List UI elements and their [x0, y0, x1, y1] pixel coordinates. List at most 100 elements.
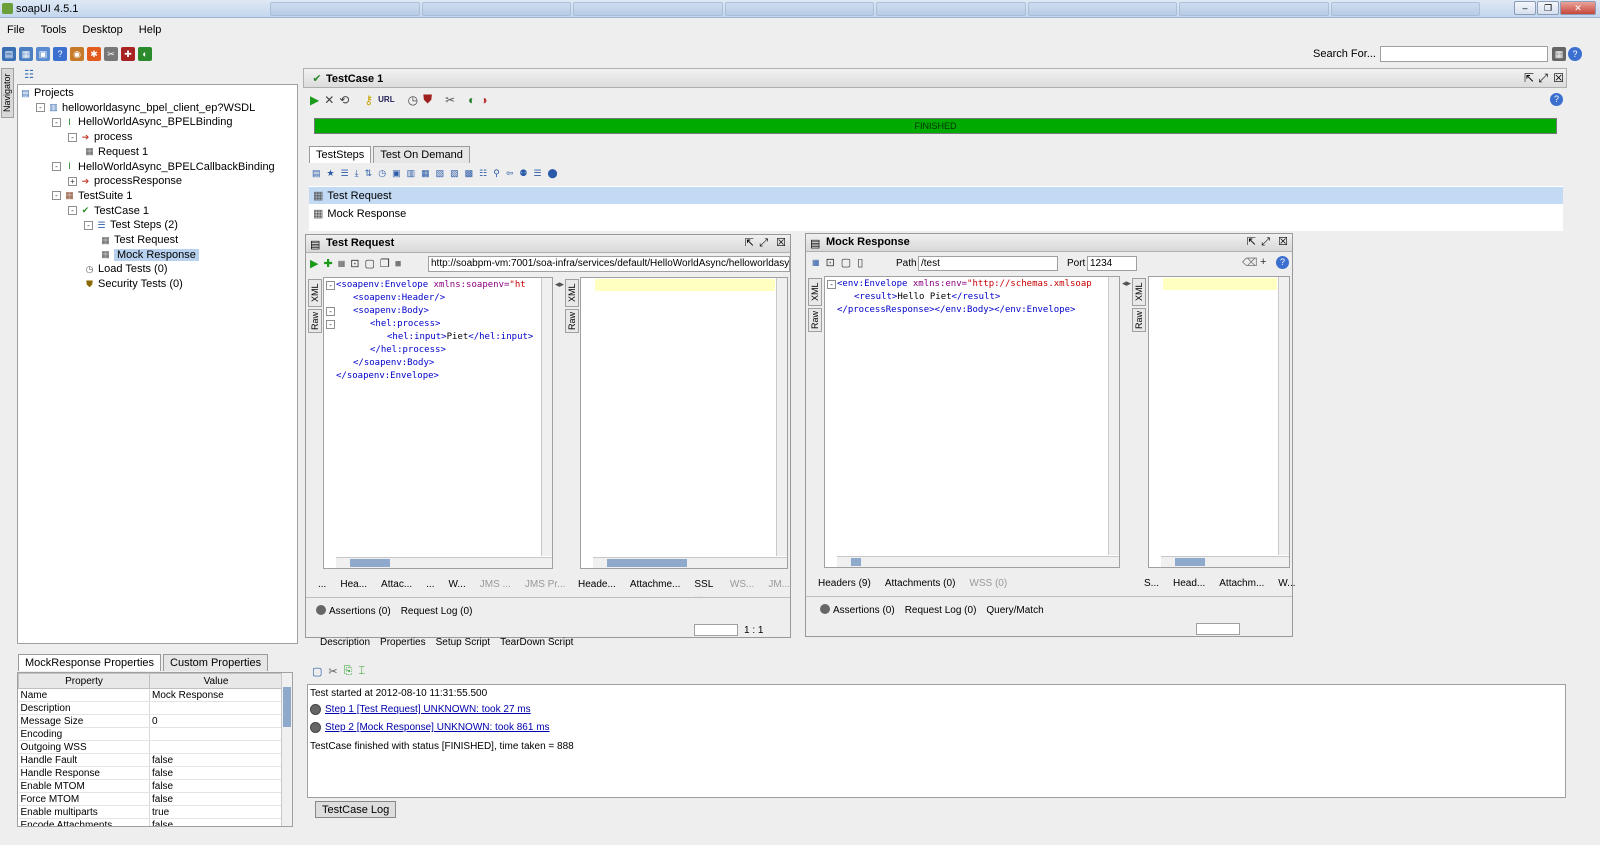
detach-icon[interactable]: ⇱ [1524, 71, 1534, 85]
request-xml-editor[interactable]: <soapenv:Envelope xmlns:soapenv="ht <soap… [323, 277, 553, 569]
mock-response-editor[interactable] [1148, 276, 1290, 568]
manual-step-icon[interactable]: ⚉ [519, 168, 527, 179]
property-list-icon[interactable]: ☷ [479, 168, 487, 179]
col-property[interactable]: Property [18, 673, 150, 689]
stop-icon[interactable]: ■ [395, 258, 402, 270]
editor-subtab[interactable]: W... [1278, 578, 1295, 589]
script-icon[interactable]: ▣ [392, 168, 401, 179]
tree-node[interactable]: - Ⅰ HelloWorldAsync_BPELCallbackBinding [52, 160, 275, 174]
table-row[interactable]: Handle Response false [18, 766, 283, 780]
search-input[interactable] [1380, 46, 1548, 62]
browser-tab[interactable] [573, 2, 723, 16]
minimize-button[interactable]: – [1514, 1, 1536, 15]
xml-tab[interactable]: XML [308, 279, 322, 307]
editor-subtab[interactable]: Head... [1173, 578, 1205, 589]
monitor-icon[interactable]: ◐ [138, 47, 152, 61]
browser-tab[interactable] [1027, 2, 1177, 16]
settings-list-icon[interactable]: ☰ [533, 168, 541, 179]
cancel-icon[interactable]: ✕ [324, 93, 334, 107]
tab-view-icon[interactable]: ▢ [364, 257, 374, 270]
response-xml-editor[interactable] [580, 277, 788, 569]
tree-node[interactable]: - ➔ process [68, 130, 133, 144]
loop-icon[interactable]: ⟲ [339, 93, 349, 107]
format-icon[interactable]: ⊡ [826, 256, 835, 269]
collapse-icon[interactable]: - [52, 117, 61, 127]
collapse-icon[interactable]: - [36, 103, 45, 113]
fold-icon[interactable]: - [827, 280, 836, 289]
navigator-tab[interactable]: Navigator [1, 68, 14, 118]
collapse-all-icon[interactable]: ☷ [22, 68, 36, 82]
port-input[interactable]: 1234 [1087, 256, 1137, 271]
run-icon[interactable]: ▶ [310, 93, 319, 107]
tree-node[interactable]: ▦ Mock Response [100, 248, 199, 262]
maximize-panel-icon[interactable]: ⤢ [1261, 234, 1270, 251]
security-scan-icon[interactable]: ⛊ [423, 92, 432, 107]
raw-tab[interactable]: Raw [1132, 308, 1146, 332]
filter-log-icon[interactable]: ⌶ [358, 665, 365, 678]
editor-subtab[interactable]: ... [318, 579, 326, 590]
editor-subtab[interactable]: JMS ... [480, 579, 511, 590]
collapse-icon[interactable]: - [84, 220, 93, 230]
add-icon[interactable]: + [1260, 256, 1266, 268]
tree-node[interactable]: ⛊ Security Tests (0) [84, 277, 183, 291]
property-value[interactable]: true [149, 805, 283, 819]
log-step-link[interactable]: Step 2 [Mock Response] UNKNOWN: took 861… [325, 722, 550, 733]
detach-icon[interactable]: ⇱ [745, 235, 754, 252]
editor-hscroll[interactable] [1161, 556, 1289, 567]
browser-tab[interactable] [421, 2, 571, 16]
close-button[interactable]: ✕ [1560, 1, 1596, 15]
table-row[interactable]: Force MTOM false [18, 792, 283, 806]
tab-mockresponse-properties[interactable]: MockResponse Properties [18, 654, 162, 671]
transfer-icon[interactable]: ⇅ [365, 168, 373, 179]
close-panel-icon[interactable]: ☒ [1278, 234, 1288, 251]
detach-icon[interactable]: ⇱ [1247, 234, 1256, 251]
search-help-icon[interactable]: ? [1568, 47, 1582, 61]
save-all-icon[interactable]: ▣ [36, 47, 50, 61]
mock-help-icon[interactable]: ? [1276, 256, 1289, 269]
table-row[interactable]: Encoding [18, 727, 283, 741]
raw-tab[interactable]: Raw [808, 308, 822, 332]
tab-setup-script[interactable]: Setup Script [436, 637, 490, 648]
http-step-icon[interactable]: ▦ [421, 168, 430, 179]
path-input[interactable]: /test [918, 256, 1058, 271]
tab-testcase-log[interactable]: TestCase Log [315, 801, 397, 818]
property-value[interactable] [149, 740, 283, 754]
tree-node[interactable]: - ☰ Test Steps (2) [84, 218, 178, 232]
table-row[interactable]: Description [18, 701, 283, 715]
tab-custom-properties[interactable]: Custom Properties [163, 654, 269, 671]
teststep-item[interactable]: ▦ Mock Response [309, 205, 1563, 222]
create-mock-icon[interactable]: ▦ [338, 259, 346, 268]
raw-tab[interactable]: Raw [308, 309, 322, 333]
proxy-icon[interactable]: ✚ [121, 47, 135, 61]
amf-step-icon[interactable]: ▩ [465, 168, 474, 179]
tab-test-on-demand[interactable]: Test On Demand [373, 146, 470, 163]
mock-request-editor[interactable]: <env:Envelope xmlns:env="http://schemas.… [824, 276, 1120, 568]
menu-desktop[interactable]: Desktop [81, 24, 123, 36]
raw-tab[interactable]: Raw [565, 309, 579, 333]
splitter[interactable]: ◂▸ [1122, 278, 1131, 568]
tab-teardown-script[interactable]: TearDown Script [500, 637, 573, 648]
tree-node[interactable]: + ➔ processResponse [68, 174, 182, 188]
timer-icon[interactable]: ◷ [408, 93, 418, 107]
goto-icon[interactable]: ⚲ [493, 168, 500, 179]
editor-subtab[interactable]: Attac... [381, 579, 412, 590]
browser-tab[interactable] [1179, 2, 1329, 16]
tree-node[interactable]: - ✔ TestCase 1 [68, 204, 149, 218]
editor-hscroll[interactable] [837, 556, 1119, 567]
property-value[interactable]: false [149, 766, 283, 780]
clear-icon[interactable]: ⌫ [1242, 256, 1258, 269]
editor-subtab[interactable]: JMS Pr... [525, 579, 566, 590]
log-line[interactable]: Step 1 [Test Request] UNKNOWN: took 27 m… [310, 704, 531, 715]
editor-subtab[interactable]: Hea... [340, 579, 367, 590]
tab-description[interactable]: Description [320, 637, 370, 648]
collapse-icon[interactable]: - [52, 162, 61, 171]
tree-node[interactable]: - ▥ helloworldasync_bpel_client_ep?WSDL [36, 101, 255, 115]
credentials-icon[interactable]: ⚷ [364, 93, 373, 107]
tab-view-icon[interactable]: ▢ [841, 256, 851, 269]
tree-node[interactable]: ◷ Load Tests (0) [84, 262, 168, 276]
menu-help[interactable]: Help [138, 24, 163, 36]
browser-tab[interactable] [1330, 2, 1480, 16]
property-value[interactable]: false [149, 792, 283, 806]
maximize-panel-icon[interactable]: ⤢ [1538, 71, 1548, 86]
xml-tab[interactable]: XML [808, 278, 822, 306]
